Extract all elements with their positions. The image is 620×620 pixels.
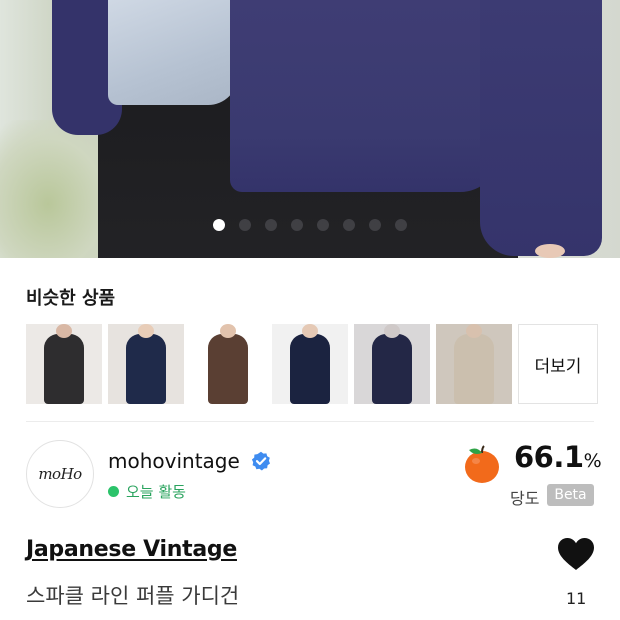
carousel-dot[interactable] — [265, 219, 277, 231]
thumb-garment — [372, 334, 412, 404]
carousel-dot[interactable] — [369, 219, 381, 231]
rating-label: 당도 — [510, 489, 540, 508]
thumb-garment — [290, 334, 330, 404]
carousel-dot[interactable] — [343, 219, 355, 231]
thumb-model-head — [384, 324, 400, 338]
divider — [26, 421, 594, 422]
thumb-model-head — [302, 324, 318, 338]
apple-icon — [465, 445, 499, 483]
seller-name[interactable]: mohovintage — [108, 449, 240, 473]
beta-badge: Beta — [547, 484, 594, 506]
similar-item-6[interactable] — [436, 324, 512, 404]
similar-item-2[interactable] — [108, 324, 184, 404]
photo-cardigan — [230, 0, 500, 192]
verified-badge-icon — [251, 451, 270, 471]
product-title: 스파클 라인 퍼플 가디건 — [26, 584, 240, 608]
carousel-dot[interactable] — [395, 219, 407, 231]
carousel-dot[interactable] — [317, 219, 329, 231]
thumb-garment — [44, 334, 84, 404]
carousel-dot[interactable] — [291, 219, 303, 231]
carousel-dot[interactable] — [213, 219, 225, 231]
thumb-model-head — [220, 324, 236, 338]
similar-item-5[interactable] — [354, 324, 430, 404]
thumb-garment — [208, 334, 248, 404]
carousel-dot[interactable] — [239, 219, 251, 231]
rating-value: 66.1 — [514, 440, 584, 474]
thumb-model-head — [138, 324, 154, 338]
similar-products-list: 더보기 — [26, 324, 598, 404]
similar-item-4[interactable] — [272, 324, 348, 404]
photo-hand — [535, 244, 565, 258]
carousel-pagination — [0, 219, 620, 233]
similar-products-title: 비슷한 상품 — [26, 288, 116, 309]
like-count: 11 — [566, 589, 587, 608]
more-button[interactable]: 더보기 — [518, 324, 598, 404]
seller-avatar[interactable]: moHo — [26, 440, 94, 508]
rating-unit: % — [583, 450, 602, 472]
product-image-carousel[interactable] — [0, 0, 620, 258]
brand-link[interactable]: Japanese Vintage — [26, 537, 237, 562]
thumb-model-head — [56, 324, 72, 338]
similar-item-1[interactable] — [26, 324, 102, 404]
similar-item-3[interactable] — [190, 324, 266, 404]
like-heart-icon[interactable] — [557, 537, 595, 571]
photo-lace-blouse — [108, 0, 238, 105]
thumb-garment — [126, 334, 166, 404]
seller-activity-status: 오늘 활동 — [126, 483, 186, 501]
thumb-garment — [454, 334, 494, 404]
online-status-dot — [108, 486, 119, 497]
thumb-model-head — [466, 324, 482, 338]
sweetness-rating: 66.1% — [514, 440, 602, 474]
photo-right-sleeve — [480, 0, 602, 256]
